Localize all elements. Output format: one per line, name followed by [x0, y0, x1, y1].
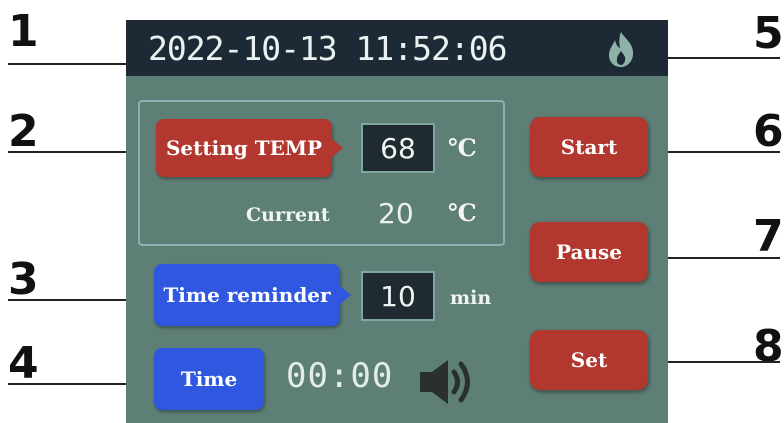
callout-7: 7 [753, 211, 784, 262]
set-button[interactable]: Set [530, 330, 648, 390]
time-reminder-value[interactable]: 10 [361, 271, 435, 321]
time-reminder-button[interactable]: Time reminder [154, 264, 340, 326]
callout-3: 3 [8, 254, 39, 305]
setting-temp-value[interactable]: 68 [361, 123, 435, 173]
callout-6: 6 [753, 106, 784, 157]
time-button[interactable]: Time [154, 348, 264, 410]
callout-1: 1 [8, 6, 39, 57]
current-temp-unit: ℃ [448, 198, 477, 227]
setting-temp-button[interactable]: Setting TEMP [156, 119, 332, 177]
pause-button[interactable]: Pause [530, 222, 648, 282]
flame-icon [609, 32, 634, 67]
datetime-display: 2022-10-13 11:52:06 [148, 29, 507, 68]
time-reminder-pointer [339, 285, 351, 305]
status-bar: 2022-10-13 11:52:06 [126, 20, 668, 76]
callout-4: 4 [8, 338, 39, 389]
start-button[interactable]: Start [530, 117, 648, 177]
callout-5: 5 [753, 8, 784, 59]
time-reminder-unit: min [450, 287, 492, 309]
setting-temp-pointer [331, 138, 343, 158]
callout-2: 2 [8, 106, 39, 157]
setting-temp-unit: ℃ [448, 133, 477, 162]
timer-display: 00:00 [286, 356, 394, 396]
speaker-icon[interactable] [416, 354, 478, 410]
device-screen: 2022-10-13 11:52:06 Setting TEMP 68 ℃ Cu… [126, 20, 668, 423]
current-temp-value: 20 [378, 197, 414, 230]
current-temp-label: Current [246, 204, 330, 226]
